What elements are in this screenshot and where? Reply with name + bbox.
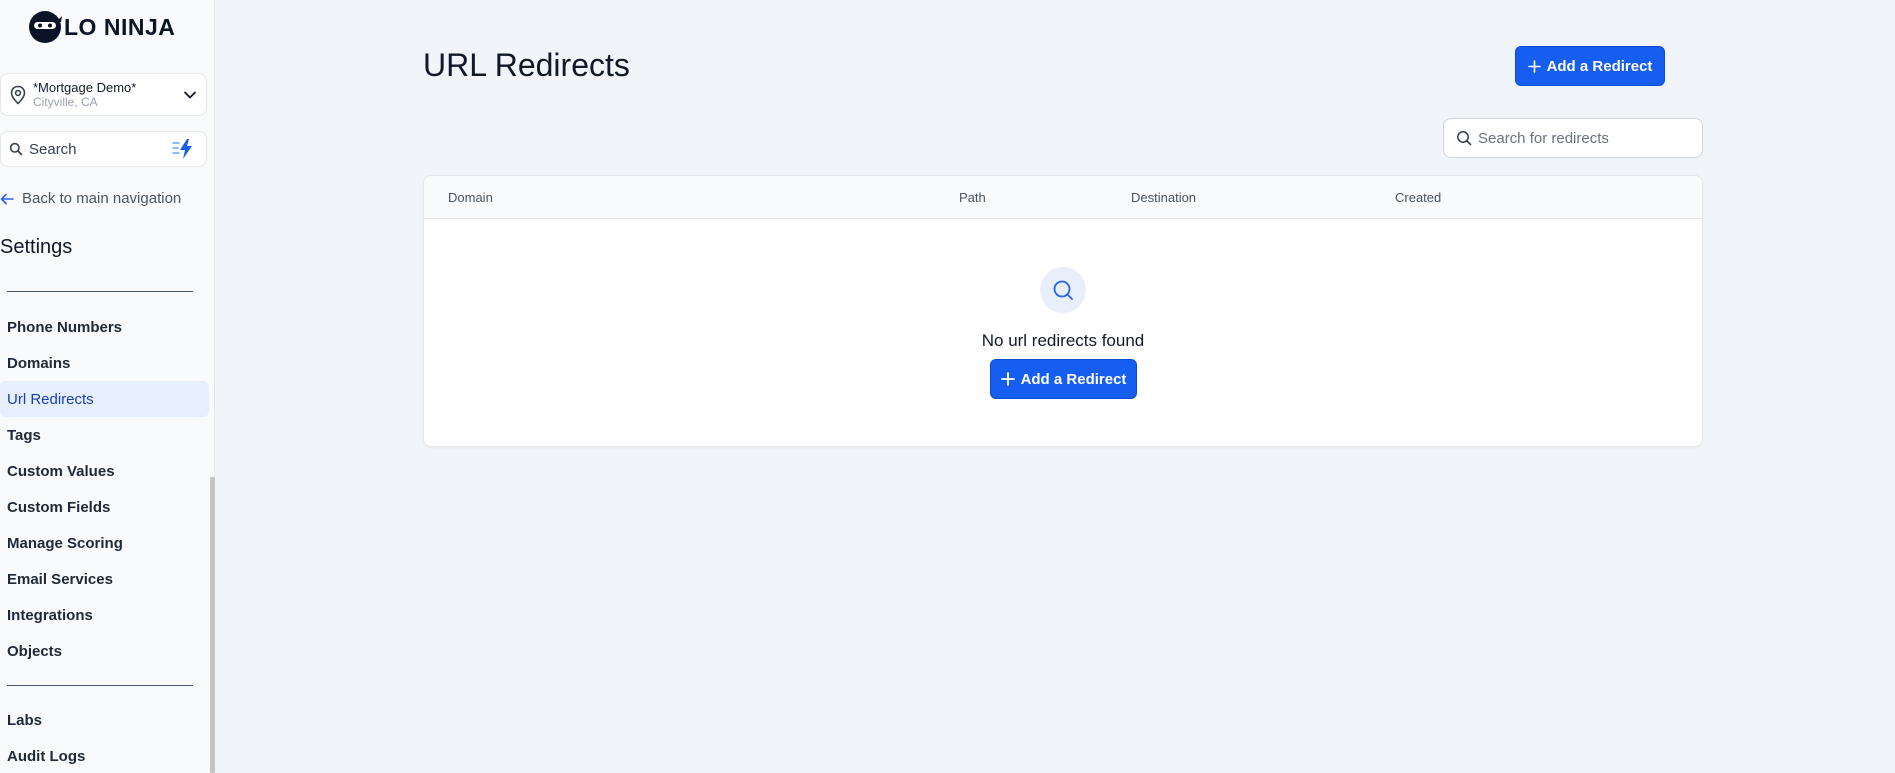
add-redirect-label: Add a Redirect — [1546, 57, 1653, 75]
redirect-search[interactable] — [1443, 118, 1703, 158]
plus-icon — [1527, 59, 1541, 73]
nav-item-custom-fields[interactable]: Custom Fields — [0, 489, 209, 525]
empty-state-search-icon — [1040, 267, 1086, 313]
nav-item-audit-logs[interactable]: Audit Logs — [0, 738, 209, 773]
back-to-main-navigation[interactable]: Back to main navigation — [0, 190, 181, 207]
redirect-search-input[interactable] — [1478, 129, 1690, 147]
chevron-down-icon — [184, 91, 196, 98]
lightning-bolt-icon — [172, 139, 192, 159]
nav-item-email-services[interactable]: Email Services — [0, 561, 209, 597]
empty-state-add-redirect-button[interactable]: Add a Redirect — [990, 359, 1137, 399]
location-city: Cityville, CA — [33, 94, 98, 109]
nav-item-integrations[interactable]: Integrations — [0, 597, 209, 633]
search-icon — [9, 142, 23, 156]
nav-item-domains[interactable]: Domains — [0, 345, 209, 381]
nav-divider — [7, 291, 193, 292]
empty-add-redirect-label: Add a Redirect — [1020, 370, 1127, 388]
nav-item-custom-values[interactable]: Custom Values — [0, 453, 209, 489]
settings-title: Settings — [0, 236, 73, 258]
nav-item-tags[interactable]: Tags — [0, 417, 209, 453]
add-redirect-button[interactable]: Add a Redirect — [1515, 46, 1665, 86]
logo-text: LO NINJA — [64, 13, 176, 40]
sidebar-scrollbar[interactable] — [210, 477, 215, 773]
nav-item-labs[interactable]: Labs — [0, 702, 209, 738]
location-switcher[interactable]: *Mortgage Demo* Cityville, CA — [0, 73, 207, 116]
nav-item-url-redirects[interactable]: Url Redirects — [0, 381, 209, 417]
column-header-destination[interactable]: Destination — [1131, 190, 1196, 205]
settings-nav-secondary: Labs Audit Logs — [0, 702, 209, 773]
nav-item-manage-scoring[interactable]: Manage Scoring — [0, 525, 209, 561]
sidebar-search-label: Search — [29, 140, 77, 158]
table-header: Domain Path Destination Created — [424, 176, 1702, 219]
plus-icon — [1000, 372, 1015, 386]
location-name: *Mortgage Demo* — [33, 79, 137, 95]
logo[interactable]: LO NINJA — [28, 10, 175, 44]
app: LO NINJA *Mortgage Demo* Cityville, CA S… — [0, 0, 1895, 773]
redirects-table: Domain Path Destination Created No url r… — [423, 175, 1703, 447]
nav-item-phone-numbers[interactable]: Phone Numbers — [0, 309, 209, 345]
back-link-label: Back to main navigation — [22, 190, 182, 207]
empty-state-message: No url redirects found — [981, 331, 1145, 350]
column-header-created[interactable]: Created — [1395, 190, 1441, 205]
search-icon — [1053, 280, 1073, 300]
arrow-left-icon — [0, 193, 14, 204]
nav-divider — [7, 685, 193, 686]
column-header-path[interactable]: Path — [959, 190, 986, 205]
page-title: URL Redirects — [423, 47, 630, 83]
sidebar: LO NINJA *Mortgage Demo* Cityville, CA S… — [0, 0, 215, 773]
quick-actions-button[interactable] — [170, 135, 198, 163]
sidebar-search[interactable]: Search — [0, 131, 207, 167]
settings-nav: Phone Numbers Domains Url Redirects Tags… — [0, 309, 209, 669]
nav-item-objects[interactable]: Objects — [0, 633, 209, 669]
search-icon — [1457, 131, 1472, 146]
ninja-logo-icon — [29, 11, 62, 43]
location-pin-icon — [10, 85, 26, 105]
column-header-domain[interactable]: Domain — [448, 190, 493, 205]
